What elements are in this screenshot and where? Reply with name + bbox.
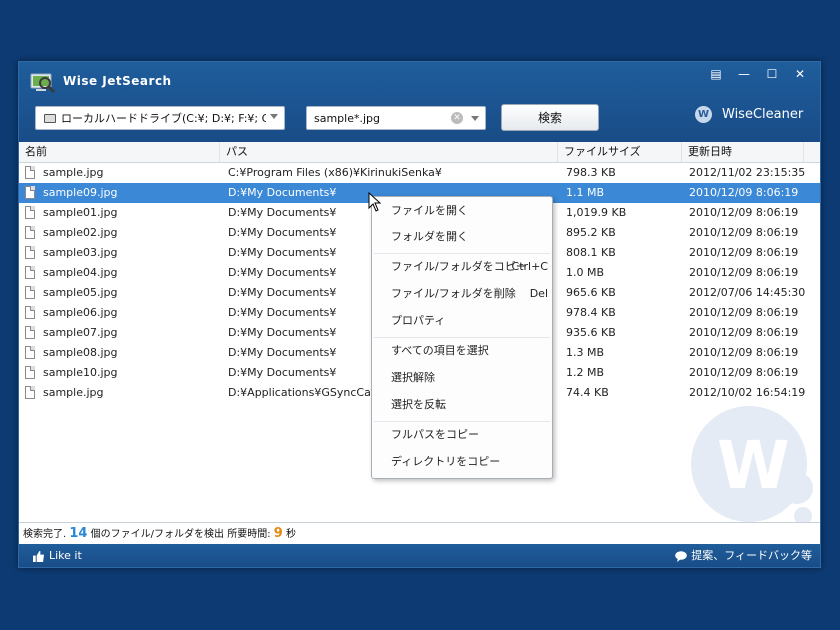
column-header: 名前 パス ファイルサイズ 更新日時 xyxy=(19,142,820,163)
menu-item-open-folder[interactable]: フォルダを開く xyxy=(372,225,552,249)
wisecleaner-watermark-icon: W xyxy=(691,406,813,525)
column-date[interactable]: 更新日時 xyxy=(682,142,804,162)
status-suffix: 秒 xyxy=(286,529,296,540)
status-bar: 検索完了. 14 個のファイル/フォルダを検出 所要時間: 9 秒 xyxy=(19,522,820,544)
menu-separator xyxy=(374,421,550,422)
like-it-link[interactable]: Like it xyxy=(33,544,82,567)
menu-item-delete[interactable]: ファイル/フォルダを削除 Del xyxy=(372,282,552,306)
file-icon xyxy=(25,366,35,379)
file-icon xyxy=(25,386,35,399)
maximize-button[interactable]: ☐ xyxy=(758,66,786,82)
file-icon xyxy=(25,306,35,319)
chevron-down-icon[interactable] xyxy=(471,116,479,121)
file-icon xyxy=(25,326,35,339)
menu-item-open-file[interactable]: ファイルを開く xyxy=(372,199,552,223)
menu-separator xyxy=(374,337,550,338)
window-controls: ▤ — ☐ ✕ xyxy=(702,66,814,82)
file-icon xyxy=(25,266,35,279)
menu-item-copy-full-path[interactable]: フルパスをコピー xyxy=(372,423,552,447)
status-seconds: 9 xyxy=(273,526,283,541)
file-icon xyxy=(25,226,35,239)
thumbs-up-icon xyxy=(33,550,44,562)
search-input-box[interactable]: ✕ xyxy=(306,106,486,130)
file-icon xyxy=(25,346,35,359)
menu-item-deselect[interactable]: 選択解除 xyxy=(372,366,552,390)
menu-separator xyxy=(374,253,550,254)
clear-icon[interactable]: ✕ xyxy=(451,112,463,124)
hard-drive-icon xyxy=(44,113,56,123)
jetsearch-logo-icon xyxy=(30,73,56,94)
file-icon xyxy=(25,186,35,199)
minimize-button[interactable]: — xyxy=(730,66,758,82)
column-size[interactable]: ファイルサイズ xyxy=(558,142,682,162)
brand-label: WiseCleaner xyxy=(722,107,804,122)
column-path[interactable]: パス xyxy=(220,142,558,162)
menu-item-select-all[interactable]: すべての項目を選択 xyxy=(372,339,552,363)
menu-button[interactable]: ▤ xyxy=(702,66,730,82)
close-button[interactable]: ✕ xyxy=(786,66,814,82)
file-icon xyxy=(25,206,35,219)
footer-bar: Like it 提案、フィードバック等 xyxy=(19,544,820,567)
column-name[interactable]: 名前 xyxy=(19,142,220,162)
file-icon xyxy=(25,286,35,299)
menu-item-copy-directory[interactable]: ディレクトリをコピー xyxy=(372,450,552,474)
mouse-cursor-icon xyxy=(368,192,382,212)
speech-bubble-icon xyxy=(675,550,688,562)
app-title: Wise JetSearch xyxy=(63,74,172,88)
search-input[interactable] xyxy=(314,111,444,125)
file-icon xyxy=(25,166,35,179)
status-count: 14 xyxy=(69,526,88,541)
table-row[interactable]: sample.jpg C:¥Program Files (x86)¥Kirinuk… xyxy=(19,163,820,183)
status-middle: 個のファイル/フォルダを検出 所要時間: xyxy=(90,529,271,540)
wisecleaner-brand[interactable]: W WiseCleaner xyxy=(695,106,803,123)
wisecleaner-logo-icon: W xyxy=(695,106,712,123)
menu-item-properties[interactable]: プロパティ xyxy=(372,309,552,333)
svg-text:W: W xyxy=(717,427,790,504)
drive-select-value: ローカルハードドライブ(C:¥; D:¥; F:¥; G:¥; ... xyxy=(61,112,266,125)
title-bar: Wise JetSearch ▤ — ☐ ✕ ローカルハードドライブ(C:¥; … xyxy=(19,62,820,142)
drive-select[interactable]: ローカルハードドライブ(C:¥; D:¥; F:¥; G:¥; ... xyxy=(35,106,285,130)
status-prefix: 検索完了. xyxy=(23,529,67,540)
context-menu: ファイルを開く フォルダを開く ファイル/フォルダをコピー Ctrl+C ファイル… xyxy=(371,196,553,479)
menu-item-copy[interactable]: ファイル/フォルダをコピー Ctrl+C xyxy=(372,255,552,279)
feedback-link[interactable]: 提案、フィードバック等 xyxy=(675,544,812,567)
menu-item-invert-selection[interactable]: 選択を反転 xyxy=(372,393,552,417)
search-button[interactable]: 検索 xyxy=(501,104,599,131)
like-it-label: Like it xyxy=(49,549,82,562)
feedback-label: 提案、フィードバック等 xyxy=(691,549,812,562)
chevron-down-icon xyxy=(270,114,278,119)
file-icon xyxy=(25,246,35,259)
